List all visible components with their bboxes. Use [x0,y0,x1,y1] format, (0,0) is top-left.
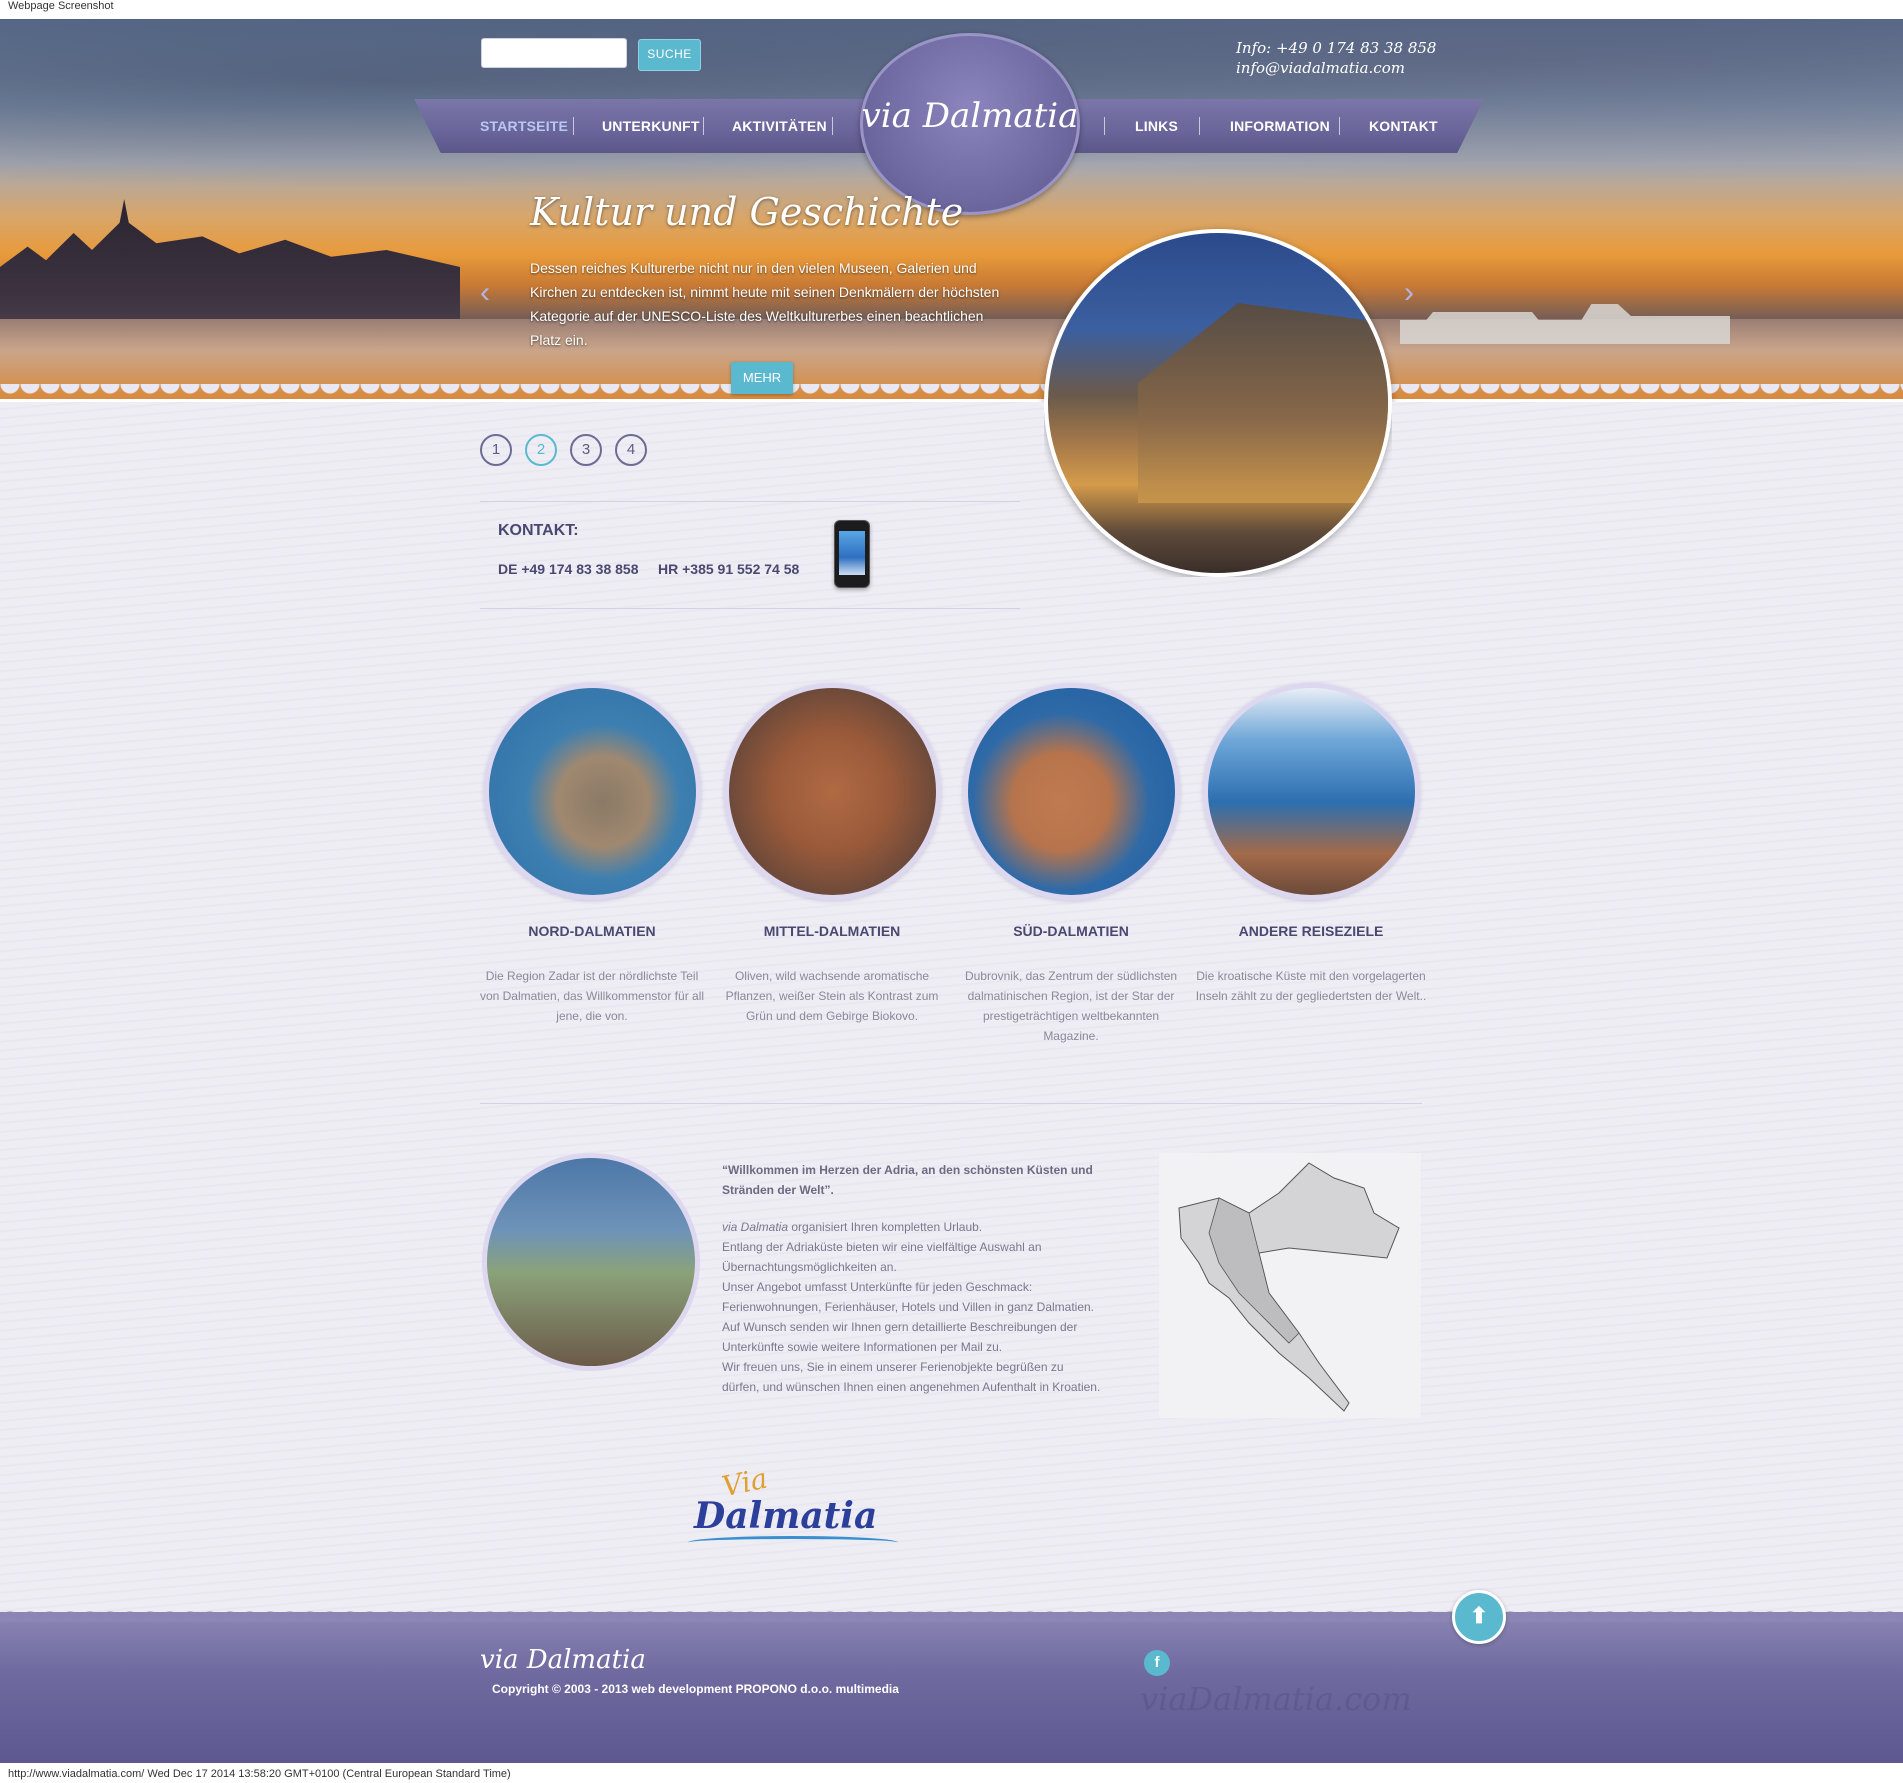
footer-copyright: Copyright © 2003 - 2013 web development … [492,1682,899,1696]
about-line: Wir freuen uns, Sie in einem unserer Fer… [722,1360,1101,1394]
divider [480,1103,1422,1104]
nav-separator [1339,117,1340,135]
nav-links[interactable]: LINKS [1135,118,1178,136]
footer [0,1612,1903,1763]
brand-logo-dalmatia: Dalmatia [694,1495,878,1537]
nav-separator [703,117,704,135]
region-title-mittel[interactable]: MITTEL-DALMATIEN [712,923,952,939]
nav-aktivitaeten[interactable]: AKTIVITÄTEN [732,118,827,136]
brand-logo-wave [688,1536,898,1549]
nav-unterkunft[interactable]: UNTERKUNFT [602,118,700,136]
nav-startseite[interactable]: STARTSEITE [480,118,568,136]
about-quote: “Willkommen im Herzen der Adria, an den … [722,1163,1093,1197]
back-to-top-icon[interactable]: ⬆ [1452,1590,1506,1644]
phone-icon [834,520,870,588]
region-title-andere[interactable]: ANDERE REISEZIELE [1191,923,1431,939]
about-text: via Dalmatia organisiert Ihren komplette… [482,1217,1102,1397]
nav-information[interactable]: INFORMATION [1230,118,1330,136]
phone-screen [839,531,865,575]
slider-prev-icon[interactable]: ‹ [480,278,490,308]
pager-4[interactable]: 4 [615,434,647,466]
region-image-andere[interactable] [1203,683,1420,900]
divider [480,608,1020,609]
screenshot-caption: Webpage Screenshot [8,0,114,12]
region-title-sued[interactable]: SÜD-DALMATIEN [951,923,1191,939]
region-image-mittel[interactable] [724,683,941,900]
nav-separator [1104,117,1105,135]
region-image-sued[interactable] [963,683,1180,900]
about-line: Entlang der Adriaküste bieten wir eine v… [722,1240,1042,1274]
facebook-icon[interactable]: f [1144,1650,1170,1676]
search-button[interactable]: SUCHE [638,39,701,71]
about-line: Auf Wunsch senden wir Ihnen gern detaill… [722,1320,1078,1354]
region-text-andere: Die kroatische Küste mit den vorgelagert… [1195,969,1427,1003]
nav-kontakt[interactable]: KONTAKT [1369,118,1438,136]
more-button[interactable]: MEHR [731,362,793,394]
slide-title: Kultur und Geschichte [530,190,964,234]
region-text-mittel: Oliven, wild wachsende aromatische Pflan… [725,969,939,1023]
footer-logo[interactable]: via Dalmatia [480,1645,646,1675]
slider-next-icon[interactable]: › [1404,278,1414,308]
divider [480,501,1020,502]
content-area [0,402,1903,1612]
footer-caption: http://www.viadalmatia.com/ Wed Dec 17 2… [8,1768,511,1780]
header-phone: Info: +49 0 174 83 38 858 [1236,39,1437,57]
about-line: organisiert Ihren kompletten Urlaub. [788,1220,983,1234]
site-logo[interactable]: via Dalmatia [860,96,1080,136]
about-line: Unser Angebot umfasst Unterkünfte für je… [722,1280,1095,1314]
nav-separator [573,117,574,135]
contact-de-phone: DE +49 174 83 38 858 [498,561,639,577]
footer-watermark: viaDalmatia.com [1140,1680,1412,1718]
nav-separator [832,117,833,135]
slide-text: Dessen reiches Kulturerbe nicht nur in d… [530,260,1000,348]
contact-hr-phone: HR +385 91 552 74 58 [658,561,800,577]
about-brand: via Dalmatia [722,1220,789,1234]
region-image-nord[interactable] [484,683,701,900]
hero-ships [1400,304,1730,344]
region-text-nord: Die Region Zadar ist der nördlichste Tei… [479,969,705,1023]
hero-scallop-edge [0,384,1903,402]
region-title-nord[interactable]: NORD-DALMATIEN [472,923,712,939]
croatia-map [1159,1153,1421,1418]
search-input[interactable] [481,38,627,68]
pager-1[interactable]: 1 [480,434,512,466]
footer-scallop-edge [0,1602,1903,1622]
pager-3[interactable]: 3 [570,434,602,466]
croatia-map-shape [1178,1162,1400,1412]
contact-title: KONTAKT: [498,522,579,539]
header-email[interactable]: info@viadalmatia.com [1236,58,1436,78]
header-info: Info: +49 0 174 83 38 858 info@viadalmat… [1236,38,1436,78]
nav-separator [1199,117,1200,135]
pager-2[interactable]: 2 [525,434,557,466]
region-text-sued: Dubrovnik, das Zentrum der südlichsten d… [964,969,1178,1043]
